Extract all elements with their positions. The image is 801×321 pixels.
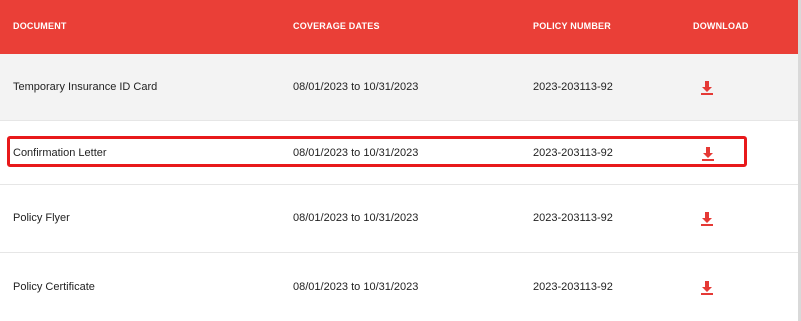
download-icon[interactable] [700,280,714,296]
documents-table: DOCUMENT COVERAGE DATES POLICY NUMBER DO… [0,0,801,321]
document-name: Confirmation Letter [13,147,107,159]
table-row: Confirmation Letter 08/01/2023 to 10/31/… [0,121,798,185]
coverage-dates: 08/01/2023 to 10/31/2023 [293,212,419,224]
policy-number: 2023-203113-92 [533,281,613,293]
document-name: Policy Flyer [13,212,70,224]
table-row: Policy Certificate 08/01/2023 to 10/31/2… [0,253,798,321]
download-icon[interactable] [700,80,714,96]
policy-number: 2023-203113-92 [533,212,613,224]
table-row: Policy Flyer 08/01/2023 to 10/31/2023 20… [0,185,798,253]
table-header: DOCUMENT COVERAGE DATES POLICY NUMBER DO… [0,0,798,54]
coverage-dates: 08/01/2023 to 10/31/2023 [293,147,419,159]
coverage-dates: 08/01/2023 to 10/31/2023 [293,281,419,293]
header-download: DOWNLOAD [693,21,749,31]
policy-number: 2023-203113-92 [533,81,613,93]
coverage-dates: 08/01/2023 to 10/31/2023 [293,81,419,93]
download-icon[interactable] [701,146,715,162]
policy-number: 2023-203113-92 [533,147,613,159]
document-name: Temporary Insurance ID Card [13,81,158,93]
document-name: Policy Certificate [13,281,95,293]
table-row: Temporary Insurance ID Card 08/01/2023 t… [0,54,798,121]
download-icon[interactable] [700,211,714,227]
header-coverage-dates: COVERAGE DATES [293,21,380,31]
header-policy-number: POLICY NUMBER [533,21,611,31]
header-document: DOCUMENT [13,21,67,31]
